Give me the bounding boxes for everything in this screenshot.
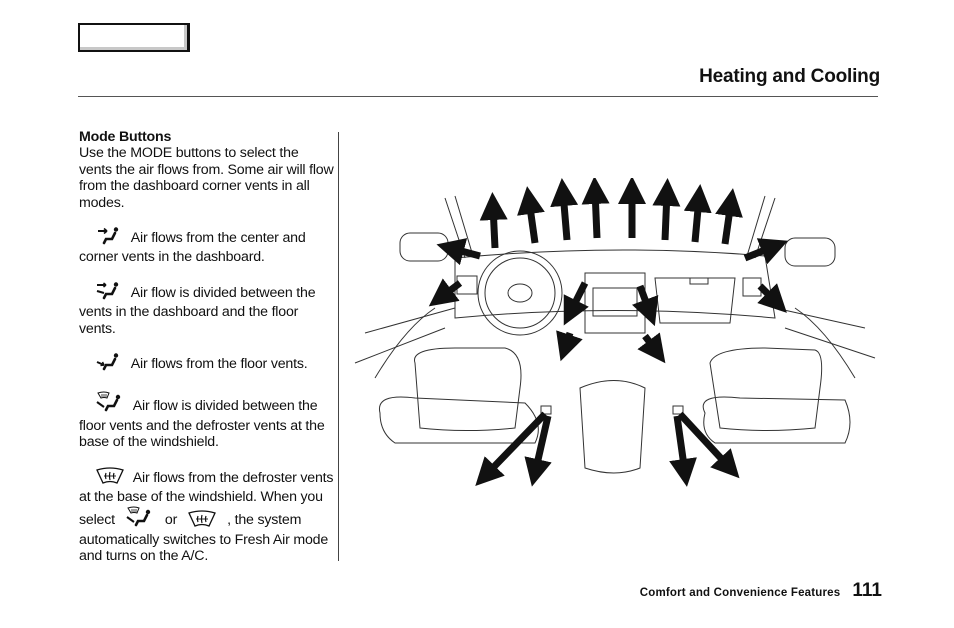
rear-floor-arrow [677, 411, 740, 479]
note-or: or [164, 511, 178, 528]
section-title: Mode Buttons [79, 129, 172, 145]
armrest [579, 380, 646, 474]
left-mirror [399, 232, 449, 262]
tab-marker-box [78, 23, 190, 52]
page-footer: Comfort and Convenience Features 111 [640, 580, 882, 602]
floor-vent-arrow [556, 330, 583, 362]
dashboard-vent-mode-icon [95, 227, 123, 249]
floor-defrost-mode-icon [125, 506, 155, 532]
defrost-arrow [479, 192, 508, 249]
mode-description: Air flows from the floor vents. [130, 356, 308, 373]
steering-wheel [477, 250, 563, 336]
defrost-mode-icon [187, 509, 217, 532]
left-seat-back [414, 347, 522, 431]
rear-floor-arrow [669, 415, 697, 487]
mode-item-bi-level: Air flow is divided between the vents in… [79, 282, 334, 337]
car-interior-outline [354, 195, 876, 474]
center-vent-arrow [563, 281, 589, 326]
page-title: Heating and Cooling [699, 66, 880, 87]
text-column: Mode Buttons Use the MODE buttons to sel… [79, 129, 334, 565]
car-interior-airflow-illustration [345, 176, 885, 523]
mode-item-dashboard: Air flows from the center and corner ven… [79, 227, 334, 266]
header-divider [78, 96, 878, 97]
floor-vent-arrow [637, 332, 666, 364]
glove-box [654, 277, 736, 324]
right-seat-cushion [702, 396, 851, 444]
right-mirror [784, 237, 836, 267]
side-window-arrow [436, 238, 481, 266]
intro-paragraph: Use the MODE buttons to select the vents… [79, 145, 334, 211]
center-vent-arrow [632, 284, 659, 327]
mode-item-floor: Air flows from the floor vents. [79, 353, 334, 375]
floor-defrost-mode-icon [95, 391, 125, 417]
corner-vent-arrow [757, 283, 787, 313]
defrost-arrow [652, 178, 681, 241]
defrost-arrow [517, 186, 545, 244]
defrost-arrow [715, 188, 743, 245]
bi-level-mode-icon [95, 282, 123, 304]
mode-item-defrost: Air flows from the defroster vents at th… [79, 467, 334, 565]
left-seat-cushion [378, 396, 539, 444]
center-console [584, 272, 646, 334]
defrost-arrow [683, 184, 712, 243]
right-seat-back [709, 347, 823, 431]
page-number: 111 [852, 580, 882, 601]
mode-item-floor-defrost: Air flow is divided between the floor ve… [79, 391, 334, 450]
right-vent [742, 277, 762, 297]
floor-vent-mode-icon [95, 353, 123, 375]
defrost-arrow [581, 176, 610, 239]
defrost-mode-icon [95, 467, 125, 489]
footer-section-title: Comfort and Convenience Features [639, 587, 841, 599]
defrost-arrow [550, 178, 579, 241]
note-comma: , [227, 511, 231, 528]
column-divider [338, 132, 339, 561]
